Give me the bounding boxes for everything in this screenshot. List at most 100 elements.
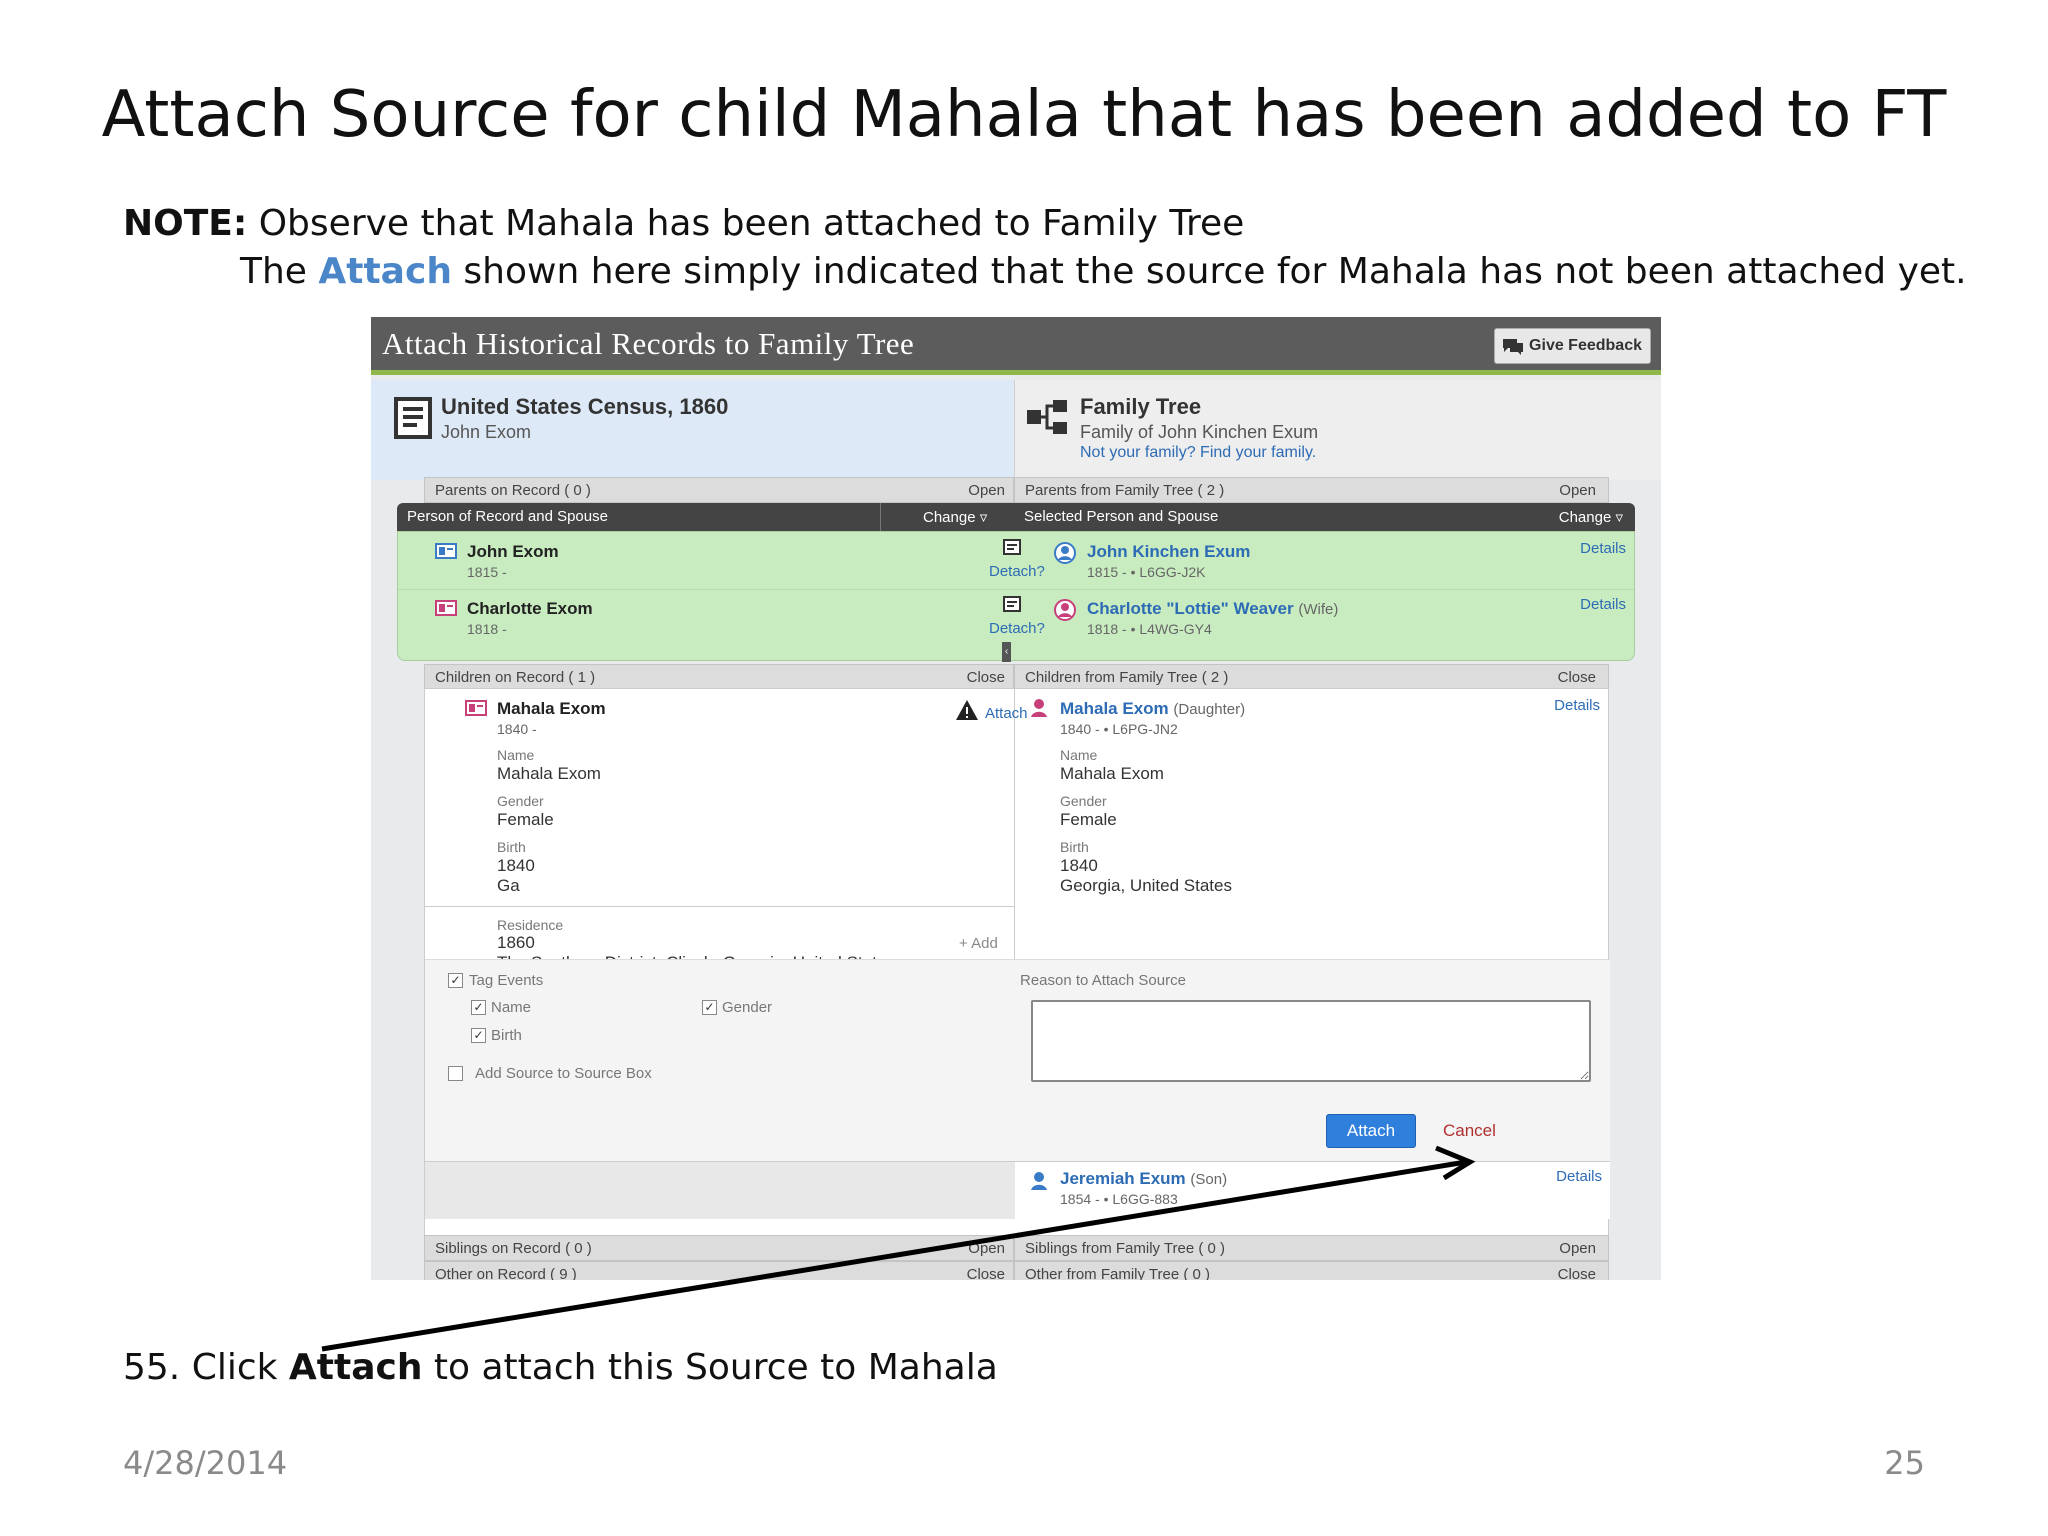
child-tree-name[interactable]: Mahala Exom (Daughter) bbox=[1060, 699, 1245, 719]
tree-spouse-name-text: Charlotte "Lottie" Weaver bbox=[1087, 599, 1294, 618]
siblings-on-record-open[interactable]: Open bbox=[968, 1240, 1005, 1257]
cancel-link[interactable]: Cancel bbox=[1443, 1121, 1496, 1141]
child-attach-link[interactable]: Attach bbox=[985, 705, 1028, 722]
person-change-icon: ▿ bbox=[979, 509, 988, 526]
other-on-record-bar[interactable]: Other on Record ( 9 ) Close bbox=[424, 1261, 1014, 1280]
app-title: Attach Historical Records to Family Tree bbox=[382, 326, 915, 361]
warning-icon bbox=[956, 700, 978, 720]
note-line-2: The Attach shown here simply indicated t… bbox=[240, 248, 1967, 296]
detach-link[interactable]: Detach? bbox=[989, 563, 1045, 580]
change-right-label: Change bbox=[1558, 509, 1612, 526]
reason-textarea[interactable] bbox=[1031, 1000, 1591, 1082]
other-from-tree-close[interactable]: Close bbox=[1558, 1266, 1596, 1280]
tag-events-label: Tag Events bbox=[469, 972, 544, 989]
app-header: Attach Historical Records to Family Tree… bbox=[371, 317, 1661, 375]
person-bar: Person of Record and Spouse Change ▿ Sel… bbox=[397, 503, 1635, 531]
siblings-from-tree-bar[interactable]: Siblings from Family Tree ( 0 ) Open bbox=[1014, 1235, 1609, 1261]
step-bold: Attach bbox=[288, 1347, 423, 1388]
add-source-box-label: Add Source to Source Box bbox=[475, 1065, 652, 1082]
child-tree-relation: (Daughter) bbox=[1173, 701, 1246, 718]
record-card-icon bbox=[1003, 539, 1021, 555]
slide-date: 4/28/2014 bbox=[123, 1444, 288, 1482]
give-feedback-label: Give Feedback bbox=[1529, 337, 1642, 354]
couple-divider bbox=[398, 589, 1634, 590]
feedback-icon bbox=[1503, 339, 1524, 355]
add-source-box-checkbox[interactable] bbox=[448, 1066, 463, 1081]
child2-name[interactable]: Jeremiah Exum (Son) bbox=[1060, 1169, 1227, 1189]
gender-checkbox-label: Gender bbox=[722, 999, 773, 1016]
name-value: Mahala Exom bbox=[497, 764, 601, 783]
change-left-label: Change bbox=[923, 509, 976, 526]
step-pre: 55. Click bbox=[123, 1347, 289, 1388]
details-link[interactable]: Details bbox=[1580, 540, 1626, 557]
children-on-record-close[interactable]: Close bbox=[967, 669, 1005, 686]
slide-page-number: 25 bbox=[1884, 1444, 1925, 1482]
tag-events-checkbox[interactable]: ✓ bbox=[448, 973, 463, 988]
change-person-right[interactable]: Change ▿ bbox=[1559, 508, 1623, 526]
birth-checkbox[interactable]: ✓ bbox=[471, 1028, 486, 1043]
child2-name-text: Jeremiah Exum bbox=[1060, 1169, 1186, 1188]
change-person-left[interactable]: Change ▿ bbox=[923, 508, 987, 526]
details-link[interactable]: Details bbox=[1580, 596, 1626, 613]
bar-divider bbox=[880, 503, 881, 531]
parents-from-tree-open[interactable]: Open bbox=[1559, 482, 1596, 499]
attach-form: ✓ Tag Events ✓ Name ✓ Gender ✓ Birth Add… bbox=[425, 959, 1610, 1161]
collapse-handle[interactable]: ‹ bbox=[1002, 642, 1011, 662]
other-from-tree-bar[interactable]: Other from Family Tree ( 0 ) Close bbox=[1014, 1261, 1609, 1280]
male-person-icon bbox=[1054, 542, 1076, 564]
note2-highlight: Attach bbox=[318, 251, 452, 292]
find-family-link[interactable]: Not your family? Find your family. bbox=[1080, 444, 1316, 462]
parents-on-record-open[interactable]: Open bbox=[968, 482, 1005, 499]
siblings-on-record-bar[interactable]: Siblings on Record ( 0 ) Open bbox=[424, 1235, 1014, 1261]
attach-button[interactable]: Attach bbox=[1326, 1114, 1416, 1148]
parents-on-record-label: Parents on Record ( 0 ) bbox=[435, 482, 591, 499]
detach-link[interactable]: Detach? bbox=[989, 620, 1045, 637]
siblings-from-tree-open[interactable]: Open bbox=[1559, 1240, 1596, 1257]
name-checkbox[interactable]: ✓ bbox=[471, 1000, 486, 1015]
step-instruction: 55. Click Attach to attach this Source t… bbox=[123, 1347, 998, 1388]
birth-place: Georgia, United States bbox=[1060, 876, 1232, 895]
add-link[interactable]: + Add bbox=[959, 935, 998, 952]
children-on-record-label: Children on Record ( 1 ) bbox=[435, 669, 596, 686]
tree-person-dates: 1815 - • L6GG-J2K bbox=[1087, 564, 1206, 580]
children-content: Mahala Exom 1840 - Attach Name Mahala Ex… bbox=[424, 688, 1610, 1280]
gender-label: Gender bbox=[1060, 793, 1107, 809]
record-person-dates: 1815 - bbox=[467, 564, 507, 580]
tree-spouse-dates: 1818 - • L4WG-GY4 bbox=[1087, 621, 1212, 637]
other-on-record-close[interactable]: Close bbox=[967, 1266, 1005, 1280]
tree-spouse-name[interactable]: Charlotte "Lottie" Weaver (Wife) bbox=[1087, 599, 1338, 619]
name-label: Name bbox=[1060, 747, 1098, 763]
note-line: NOTE: Observe that Mahala has been attac… bbox=[123, 200, 1244, 248]
children-on-record-bar[interactable]: Children on Record ( 1 ) Close bbox=[424, 664, 1014, 690]
gender-value: Female bbox=[497, 810, 554, 829]
source-title: United States Census, 1860 bbox=[441, 394, 729, 419]
birth-year: 1840 bbox=[497, 856, 535, 875]
birth-place: Ga bbox=[497, 876, 520, 895]
note2-pre: The bbox=[240, 251, 319, 292]
record-person-name: John Exom bbox=[467, 542, 559, 561]
person-of-record-label: Person of Record and Spouse bbox=[407, 508, 608, 525]
couple-panel: John Exom 1815 - Detach? John Kinchen Ex… bbox=[397, 531, 1635, 662]
birth-year: 1840 bbox=[1060, 856, 1098, 875]
document-icon bbox=[394, 397, 432, 439]
parents-from-tree-bar[interactable]: Parents from Family Tree ( 2 ) Open bbox=[1014, 477, 1609, 503]
child-tree-name-text: Mahala Exom bbox=[1060, 699, 1169, 718]
details-link[interactable]: Details bbox=[1554, 697, 1600, 714]
other-from-tree-label: Other from Family Tree ( 0 ) bbox=[1025, 1266, 1211, 1280]
children-from-tree-close[interactable]: Close bbox=[1558, 669, 1596, 686]
note2-post: shown here simply indicated that the sou… bbox=[451, 251, 1967, 292]
birth-checkbox-label: Birth bbox=[491, 1027, 522, 1044]
person-change-icon: ▿ bbox=[1615, 509, 1623, 526]
gender-checkbox[interactable]: ✓ bbox=[702, 1000, 717, 1015]
record-spouse-name: Charlotte Exom bbox=[467, 599, 593, 618]
gender-value: Female bbox=[1060, 810, 1117, 829]
tree-person-name[interactable]: John Kinchen Exum bbox=[1087, 542, 1250, 562]
column-divider bbox=[1014, 689, 1015, 959]
male-record-icon bbox=[435, 543, 457, 559]
name-value: Mahala Exom bbox=[1060, 764, 1164, 783]
note-label: NOTE: bbox=[123, 203, 248, 244]
children-from-tree-bar[interactable]: Children from Family Tree ( 2 ) Close bbox=[1014, 664, 1609, 690]
details-link[interactable]: Details bbox=[1556, 1168, 1602, 1185]
give-feedback-button[interactable]: Give Feedback bbox=[1494, 328, 1651, 364]
parents-on-record-bar[interactable]: Parents on Record ( 0 ) Open bbox=[424, 477, 1014, 503]
